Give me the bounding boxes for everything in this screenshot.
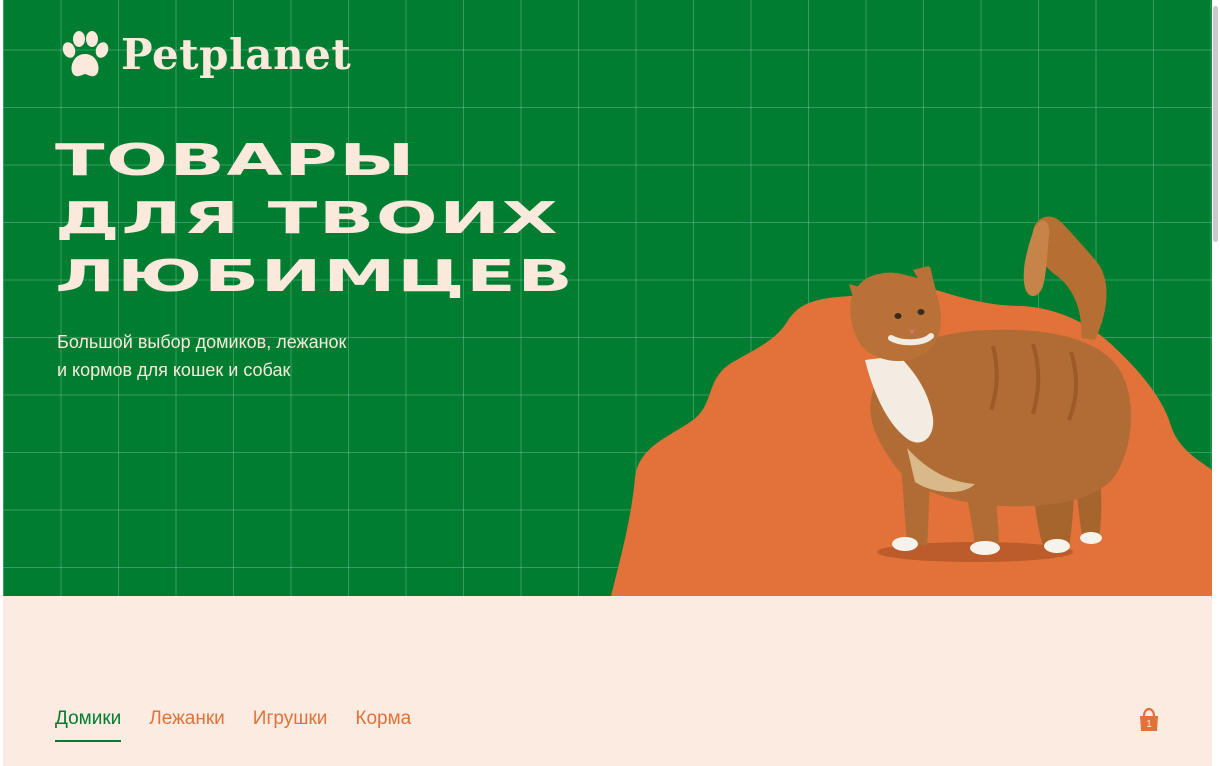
nav-item-lezhanki[interactable]: Лежанки (149, 708, 225, 742)
shopping-bag-icon: 1 (1140, 707, 1158, 731)
nav-item-korma[interactable]: Корма (355, 708, 411, 742)
cat-illustration (849, 216, 1132, 562)
landing-page: Petplanet ТОВАРЫ ДЛЯ ТВОИХ ЛЮБИМЦЕВ Боль… (3, 0, 1212, 766)
nav-item-igrushki[interactable]: Игрушки (253, 708, 328, 742)
scrollbar[interactable] (1213, 6, 1218, 242)
cart-button[interactable]: 1 (1136, 707, 1162, 733)
cart-count: 1 (1146, 719, 1152, 730)
hero-banner: Petplanet ТОВАРЫ ДЛЯ ТВОИХ ЛЮБИМЦЕВ Боль… (3, 0, 1212, 596)
nav-item-domiki[interactable]: Домики (55, 708, 122, 742)
category-nav: Домики Лежанки Игрушки Корма (55, 708, 411, 742)
